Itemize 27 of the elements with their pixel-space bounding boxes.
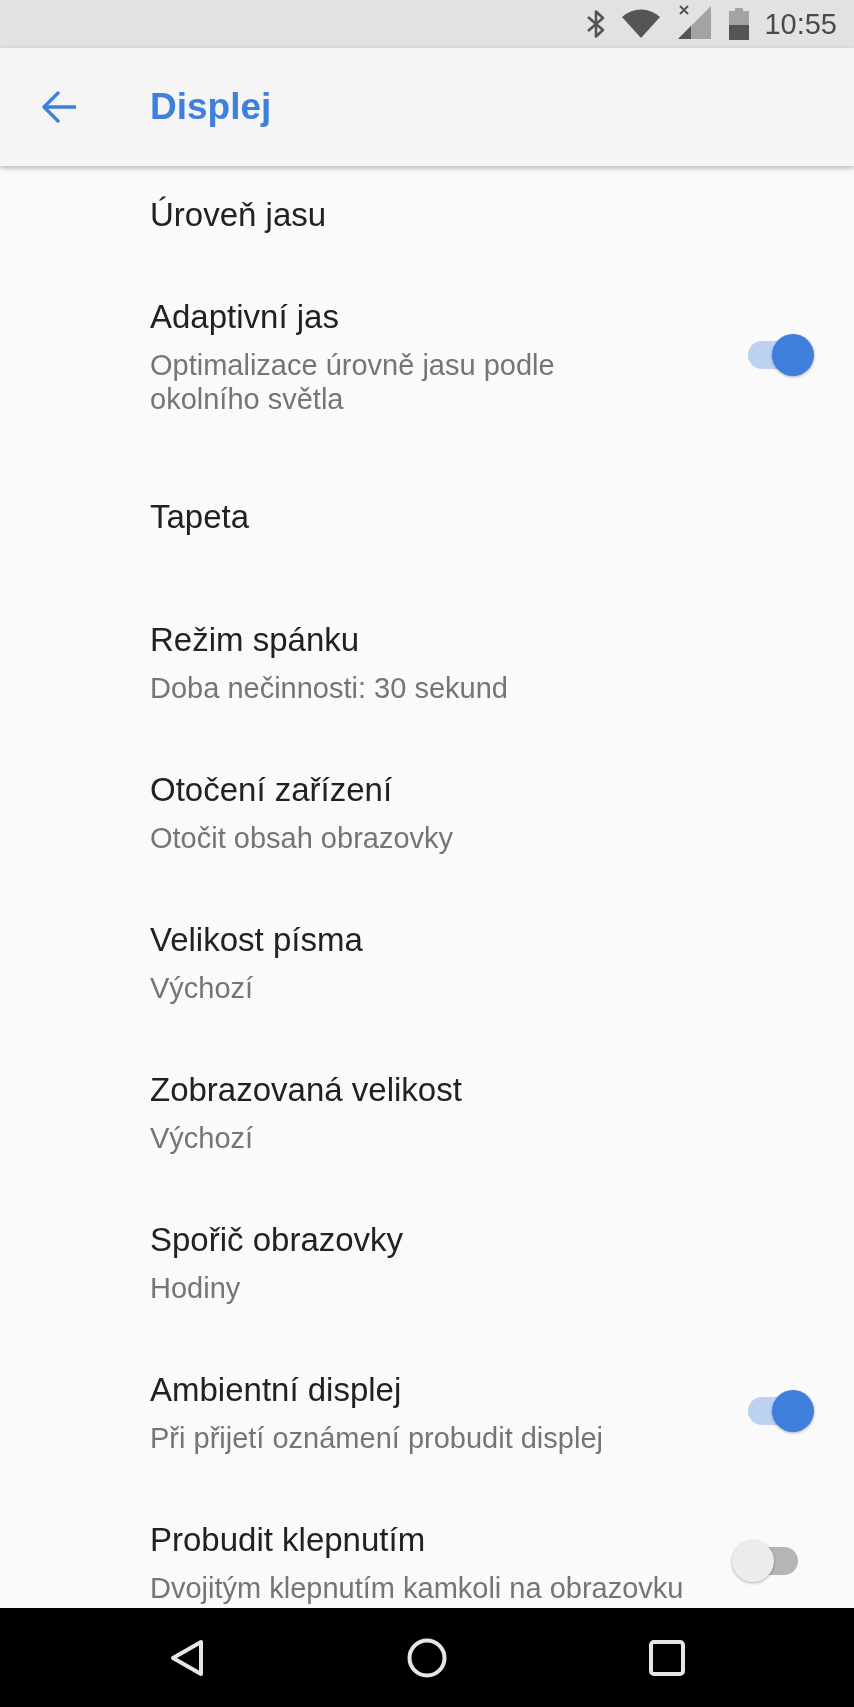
setting-summary: Výchozí [150, 970, 255, 1005]
setting-summary: Výchozí [150, 1120, 255, 1155]
setting-summary: Otočit obsah obrazovky [150, 820, 455, 855]
arrow-left-icon [42, 91, 76, 123]
setting-title[interactable]: Tapeta [150, 494, 814, 539]
setting-summary: Optimalizace úrovně jasu podle okolního světla [150, 347, 556, 416]
screen-title: Displej [150, 85, 272, 129]
setting-summary: Hodiny [150, 1270, 242, 1305]
setting-summary: Doba nečinnosti: 30 sekund [150, 670, 509, 705]
setting-title[interactable]: Adaptivní jas [150, 294, 716, 339]
battery-icon [729, 8, 750, 40]
setting-summary: Při přijetí oznámení probudit displej [150, 1420, 604, 1455]
setting-title[interactable]: Probudit klepnutím [150, 1517, 716, 1562]
signal-icon [676, 4, 713, 40]
setting-summary: Dvojitým klepnutím kamkoli na obrazovku [150, 1570, 685, 1605]
setting-title[interactable]: Velikost písma [150, 917, 814, 962]
setting-title[interactable]: Úroveň jasu [150, 192, 814, 237]
wifi-icon [621, 9, 662, 39]
setting-title[interactable]: Spořič obrazovky [150, 1217, 814, 1262]
back-icon[interactable] [170, 1638, 204, 1677]
recents-icon[interactable] [649, 1639, 685, 1676]
setting-title[interactable]: Zobrazovaná velikost [150, 1067, 814, 1112]
home-icon[interactable] [407, 1637, 447, 1678]
setting-title[interactable]: Ambientní displej [150, 1367, 716, 1412]
setting-title[interactable]: Otočení zařízení [150, 767, 814, 812]
clock-time: 10:55 [764, 7, 837, 42]
setting-title[interactable]: Režim spánku [150, 617, 814, 662]
